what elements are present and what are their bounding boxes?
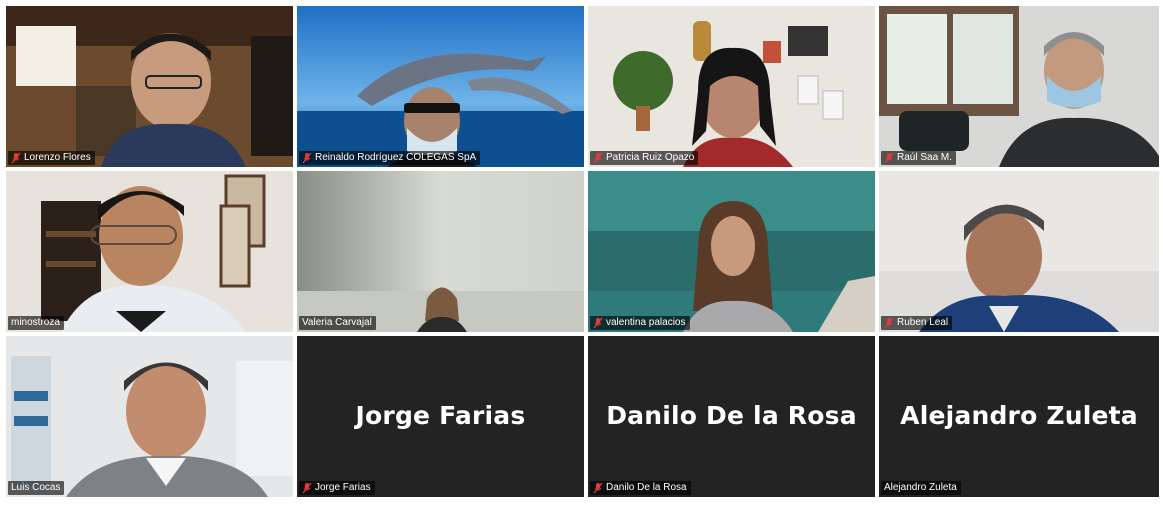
video-gallery: Lorenzo Flores Reinaldo Rodríguez COLEGA… [0,0,1163,506]
video-feed [297,6,584,167]
participant-tile-patricia-ruiz-opazo[interactable]: Patricia Ruiz Opazo [588,6,875,167]
video-feed [588,6,875,167]
participant-tile-luis-cocas[interactable]: Luis Cocas [6,336,293,497]
participant-tile-minostroza[interactable]: minostroza [6,171,293,332]
video-feed [588,171,875,332]
participant-name: Valeria Carvajal [302,317,372,328]
participant-tile-lorenzo-flores[interactable]: Lorenzo Flores [6,6,293,167]
participant-tile-valentina-palacios[interactable]: valentina palacios [588,171,875,332]
mic-muted-icon [593,152,603,164]
participant-name: Raúl Saa M. [897,152,953,163]
video-feed [6,6,293,167]
participant-nameplate: Lorenzo Flores [8,151,95,165]
participant-nameplate: Raúl Saa M. [881,151,957,165]
mic-muted-icon [11,152,21,164]
video-feed [6,336,293,497]
video-feed [879,171,1159,332]
participant-grid: Lorenzo Flores Reinaldo Rodríguez COLEGA… [6,6,1162,503]
mic-muted-icon [884,152,894,164]
participant-nameplate: Alejandro Zuleta [881,481,961,495]
participant-nameplate: minostroza [8,316,64,330]
participant-tile-ruben-leal[interactable]: Ruben Leal [879,171,1159,332]
mic-muted-icon [593,482,603,494]
participant-name: Ruben Leal [897,317,949,328]
video-feed [297,171,584,332]
participant-name: minostroza [11,317,60,328]
participant-tile-alejandro-zuleta[interactable]: Alejandro Zuleta Alejandro Zuleta [879,336,1159,497]
participant-name: valentina palacios [606,317,686,328]
participant-name: Alejandro Zuleta [884,482,957,493]
video-feed [6,171,293,332]
participant-nameplate: Ruben Leal [881,316,953,330]
participant-nameplate: Danilo De la Rosa [590,481,691,495]
participant-tile-reinaldo-rodriguez[interactable]: Reinaldo Rodríguez COLEGAS SpA [297,6,584,167]
participant-tile-raul-saa[interactable]: Raúl Saa M. [879,6,1159,167]
mic-muted-icon [302,152,312,164]
participant-name: Reinaldo Rodríguez COLEGAS SpA [315,152,477,163]
participant-nameplate: valentina palacios [590,316,690,330]
participant-display-name: Danilo De la Rosa [606,400,857,430]
participant-name: Lorenzo Flores [24,152,91,163]
participant-tile-danilo-de-la-rosa[interactable]: Danilo De la Rosa Danilo De la Rosa [588,336,875,497]
video-feed [879,6,1159,167]
participant-name: Patricia Ruiz Opazo [606,152,695,163]
participant-nameplate: Jorge Farias [299,481,375,495]
mic-muted-icon [302,482,312,494]
participant-nameplate: Patricia Ruiz Opazo [590,151,699,165]
participant-nameplate: Reinaldo Rodríguez COLEGAS SpA [299,151,481,165]
participant-name: Jorge Farias [315,482,371,493]
participant-name: Luis Cocas [11,482,61,493]
mic-muted-icon [593,317,603,329]
participant-nameplate: Valeria Carvajal [299,316,376,330]
mic-muted-icon [884,317,894,329]
participant-tile-jorge-farias[interactable]: Jorge Farias Jorge Farias [297,336,584,497]
participant-tile-valeria-carvajal[interactable]: Valeria Carvajal [297,171,584,332]
participant-nameplate: Luis Cocas [8,481,65,495]
participant-display-name: Alejandro Zuleta [900,400,1138,430]
participant-name: Danilo De la Rosa [606,482,687,493]
participant-display-name: Jorge Farias [355,400,526,430]
